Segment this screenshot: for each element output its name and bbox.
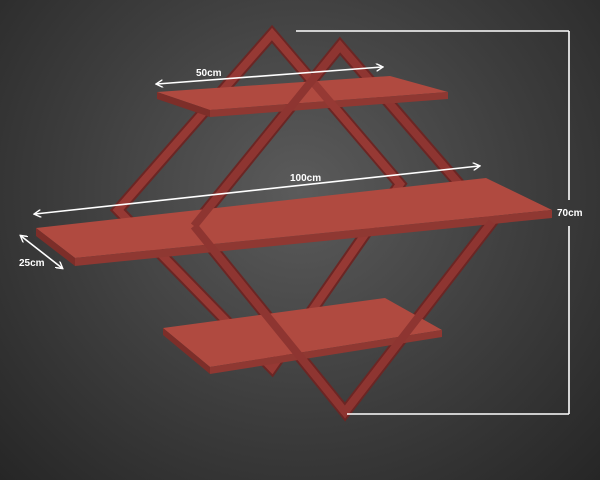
depth-label: 25cm — [19, 258, 45, 269]
shelf-diagram: 50cm 100cm 25cm 70cm — [19, 24, 583, 422]
height-label: 70cm — [557, 208, 583, 219]
middle-width-label: 100cm — [290, 173, 321, 184]
top-width-label: 50cm — [196, 68, 222, 79]
